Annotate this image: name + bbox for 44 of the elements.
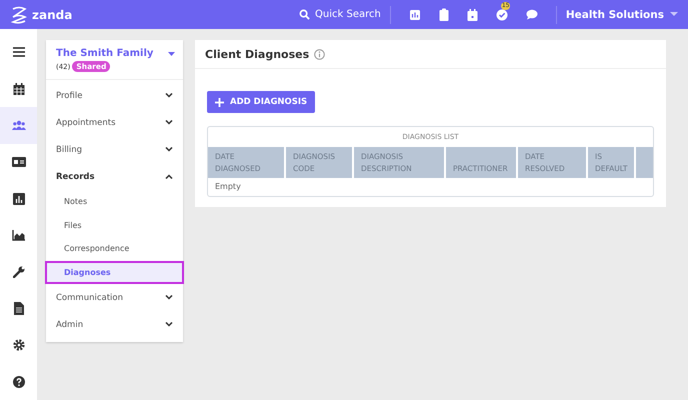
chevron-icon — [165, 147, 173, 152]
logo-icon — [9, 4, 29, 24]
nav-item[interactable]: Notes — [46, 190, 183, 214]
clipboard-icon[interactable] — [438, 8, 449, 21]
area-chart-icon — [12, 230, 25, 241]
chevron-icon — [165, 120, 173, 125]
chevron-icon — [165, 322, 173, 327]
search-icon — [299, 9, 310, 20]
caret-icon[interactable] — [168, 52, 175, 56]
quick-search-button[interactable]: Quick Search — [299, 9, 381, 20]
info-icon[interactable] — [314, 48, 326, 60]
calendar-icon — [12, 82, 24, 95]
settings-icon — [12, 339, 24, 352]
help-icon — [12, 376, 24, 388]
add-diagnosis-button[interactable]: ADD DIAGNOSIS — [207, 91, 316, 113]
chevron-icon — [165, 174, 173, 179]
bar-chart-icon — [12, 192, 24, 205]
chart-icon[interactable] — [408, 8, 421, 20]
page-title: Client Diagnoses — [205, 48, 310, 60]
plus-icon — [215, 98, 224, 106]
nav-group[interactable]: Communication — [46, 284, 183, 311]
wrench-icon — [12, 266, 24, 278]
calendar-icon[interactable] — [466, 8, 478, 20]
chevron-icon — [165, 295, 173, 300]
logo-text: zanda — [32, 8, 72, 22]
nav-group[interactable]: Appointments — [46, 109, 183, 136]
nav-item[interactable]: Correspondence — [46, 237, 183, 260]
caret-icon — [670, 12, 678, 17]
people-icon — [12, 120, 26, 130]
chevron-icon — [165, 93, 173, 98]
nav-group[interactable]: Admin — [46, 311, 183, 338]
empty-message: Empty — [214, 181, 242, 193]
nav-group[interactable]: Profile — [46, 82, 183, 109]
nav-item[interactable]: Files — [46, 214, 183, 237]
nav-group[interactable]: Records — [46, 163, 183, 190]
account-menu-button[interactable]: Health Solutions — [566, 8, 678, 20]
check-circle-icon[interactable] — [496, 8, 508, 20]
menu-icon — [12, 47, 24, 58]
client-name[interactable]: The Smith Family — [56, 48, 154, 59]
nav-group[interactable]: Billing — [46, 136, 183, 163]
chat-icon[interactable] — [526, 9, 538, 20]
nav-item[interactable]: Diagnoses — [45, 260, 184, 284]
id-card-icon — [12, 157, 26, 168]
document-icon — [14, 302, 24, 315]
